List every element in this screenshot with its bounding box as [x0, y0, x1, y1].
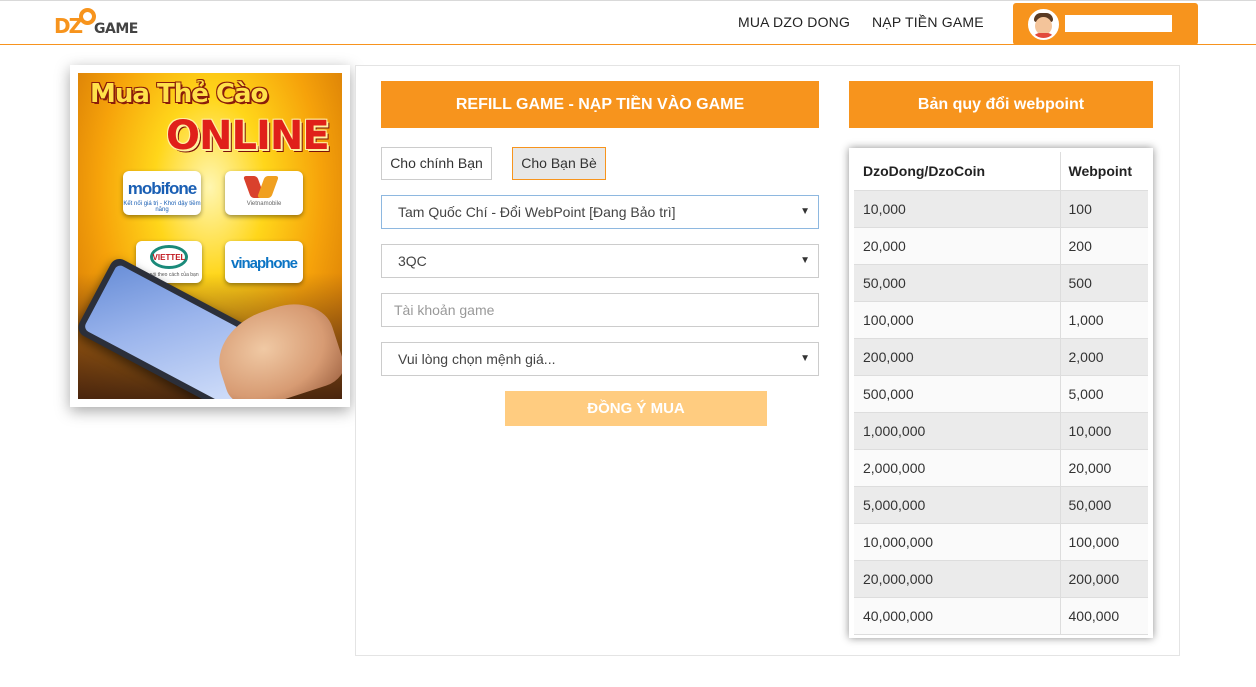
for-self-button[interactable]: Cho chính Bạn	[381, 147, 492, 180]
banner-title-line1: Mua Thẻ Cào	[90, 79, 268, 109]
user-avatar-icon[interactable]	[1028, 9, 1059, 40]
agree-buy-button[interactable]: ĐỒNG Ý MUA	[505, 391, 767, 426]
banner-image: Mua Thẻ Cào ONLINE mobifone Kết nối giá …	[78, 73, 342, 399]
nav-buy-dzo-dong[interactable]: MUA DZO DONG	[738, 14, 850, 30]
denomination-select[interactable]: Vui lòng chọn mệnh giá... ▼	[381, 342, 819, 376]
table-row: 20,000 200	[854, 227, 1148, 265]
nav-refill-game[interactable]: NẠP TIỀN GAME	[872, 14, 984, 30]
conversion-table: DzoDong/DzoCoin Webpoint 10,000 100 20,00…	[854, 152, 1148, 635]
chevron-down-icon: ▼	[800, 206, 810, 217]
refill-section-title: REFILL GAME - NẠP TIỀN VÀO GAME	[381, 81, 819, 128]
table-row: 40,000,000 400,000	[854, 597, 1148, 635]
table-row: 2,000,000 20,000	[854, 449, 1148, 487]
logo-dz-text: DZ	[54, 14, 83, 38]
table-row: 1,000,000 10,000	[854, 412, 1148, 450]
conversion-section-title: Bản quy đổi webpoint	[849, 81, 1153, 128]
table-row: 50,000 500	[854, 264, 1148, 302]
buy-card-online-banner[interactable]: Mua Thẻ Cào ONLINE mobifone Kết nối giá …	[70, 65, 350, 407]
denomination-select-value: Vui lòng chọn mệnh giá...	[398, 351, 556, 367]
chevron-down-icon: ▼	[800, 255, 810, 266]
table-row: 10,000,000 100,000	[854, 523, 1148, 561]
table-header-row: DzoDong/DzoCoin Webpoint	[854, 152, 1148, 191]
logo-game-text: GAME	[94, 21, 138, 37]
banner-title-line2: ONLINE	[166, 113, 330, 159]
vinaphone-logo: vinaphone	[225, 241, 303, 283]
mobifone-logo: mobifone Kết nối giá trị - Khơi dậy tiềm…	[123, 171, 201, 215]
server-select-value: 3QC	[398, 253, 427, 269]
table-row: 500,000 5,000	[854, 375, 1148, 413]
game-select-value: Tam Quốc Chí - Đổi WebPoint [Đang Bảo tr…	[398, 204, 676, 220]
table-row: 5,000,000 50,000	[854, 486, 1148, 524]
table-row: 20,000,000 200,000	[854, 560, 1148, 598]
table-row: 100,000 1,000	[854, 301, 1148, 339]
column-header-dzodong: DzoDong/DzoCoin	[854, 152, 1061, 191]
table-row: 200,000 2,000	[854, 338, 1148, 376]
table-row: 10,000 100	[854, 190, 1148, 228]
dzogame-logo[interactable]: DZ GAME	[54, 8, 138, 38]
for-friend-button[interactable]: Cho Bạn Bè	[512, 147, 606, 180]
vietnamobile-logo: Vietnamobile	[225, 171, 303, 215]
server-select[interactable]: 3QC ▼	[381, 244, 819, 278]
user-menu[interactable]	[1013, 3, 1198, 45]
webpoint-conversion-table: DzoDong/DzoCoin Webpoint 10,000 100 20,00…	[849, 148, 1153, 638]
vietnamobile-icon	[242, 176, 281, 198]
chevron-down-icon: ▼	[800, 353, 810, 364]
game-select[interactable]: Tam Quốc Chí - Đổi WebPoint [Đang Bảo tr…	[381, 195, 819, 229]
column-header-webpoint: Webpoint	[1060, 152, 1148, 191]
top-header: DZ GAME MUA DZO DONG NẠP TIỀN GAME	[0, 0, 1256, 45]
game-account-input[interactable]	[381, 293, 819, 327]
username-display[interactable]	[1065, 15, 1172, 32]
